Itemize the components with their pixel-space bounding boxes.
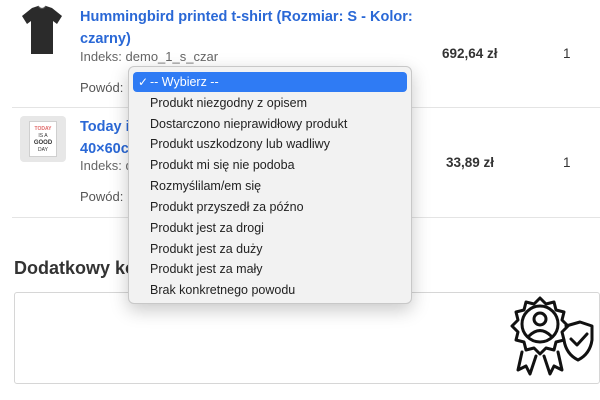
checkmark-icon: ✓ [138, 75, 149, 89]
reason-option-label: -- Wybierz -- [150, 75, 219, 89]
poster-frame: TODAY IS A GOOD DAY [29, 121, 57, 157]
reason-option[interactable]: Produkt uszkodzony lub wadliwy [133, 134, 407, 154]
reason-option-label: Rozmyślilam/em się [150, 179, 262, 193]
reason-option-label: Produkt uszkodzony lub wadliwy [150, 137, 330, 151]
reason-option-label: Produkt mi się nie podoba [150, 158, 295, 172]
reason-option[interactable]: Produkt jest za mały [133, 259, 407, 279]
reason-option[interactable]: Produkt mi się nie podoba [133, 155, 407, 175]
product-price: 692,64 zł [442, 46, 498, 61]
reason-option-label: Produkt jest za mały [150, 262, 263, 276]
reason-label: Powód: [80, 189, 124, 204]
product-name-link[interactable]: Hummingbird printed t-shirt (Rozmiar: S … [80, 6, 413, 50]
reason-option[interactable]: Rozmyślilam/em się [133, 176, 407, 196]
product-quantity: 1 [563, 155, 571, 170]
poster-text-line: IS A [38, 133, 48, 139]
reason-option-label: Produkt jest za duży [150, 242, 263, 256]
reason-option-label: Dostarczono nieprawidłowy produkt [150, 117, 348, 131]
additional-comment-title: Dodatkowy ko [14, 258, 137, 278]
reason-option[interactable]: Dostarczono nieprawidłowy produkt [133, 114, 407, 134]
reason-option-label: Produkt jest za drogi [150, 221, 264, 235]
product-name-line2[interactable]: czarny) [80, 28, 413, 50]
reason-option[interactable]: Produkt niezgodny z opisem [133, 93, 407, 113]
poster-text-line: DAY [38, 147, 48, 153]
product-thumbnail-tshirt [14, 2, 70, 58]
reason-option-label: Brak konkretnego powodu [150, 283, 296, 297]
reason-label: Powód: [80, 80, 124, 95]
certified-badge-icon [510, 296, 594, 376]
poster-text-line: TODAY [34, 126, 52, 132]
reason-option[interactable]: Produkt jest za drogi [133, 218, 407, 238]
reason-option[interactable]: Produkt jest za duży [133, 239, 407, 259]
reason-option[interactable]: Brak konkretnego powodu [133, 280, 407, 300]
product-reference: Indeks: d [80, 158, 133, 173]
tshirt-icon [22, 5, 62, 54]
poster-text-line: GOOD [33, 140, 53, 146]
reason-option-label: Produkt przyszedł za późno [150, 200, 304, 214]
reason-select-dropdown[interactable]: ✓ -- Wybierz -- Produkt niezgodny z opis… [128, 66, 412, 304]
reason-option-label: Produkt niezgodny z opisem [150, 96, 308, 110]
product-reference: Indeks: demo_1_s_czar [80, 49, 219, 64]
product-quantity: 1 [563, 46, 571, 61]
reason-option[interactable]: Produkt przyszedł za późno [133, 197, 407, 217]
product-thumbnail-poster: TODAY IS A GOOD DAY [20, 116, 66, 162]
product-price: 33,89 zł [446, 155, 495, 170]
product-name-line1[interactable]: Hummingbird printed t-shirt (Rozmiar: S … [80, 6, 413, 28]
reason-option-selected[interactable]: ✓ -- Wybierz -- [133, 72, 407, 92]
